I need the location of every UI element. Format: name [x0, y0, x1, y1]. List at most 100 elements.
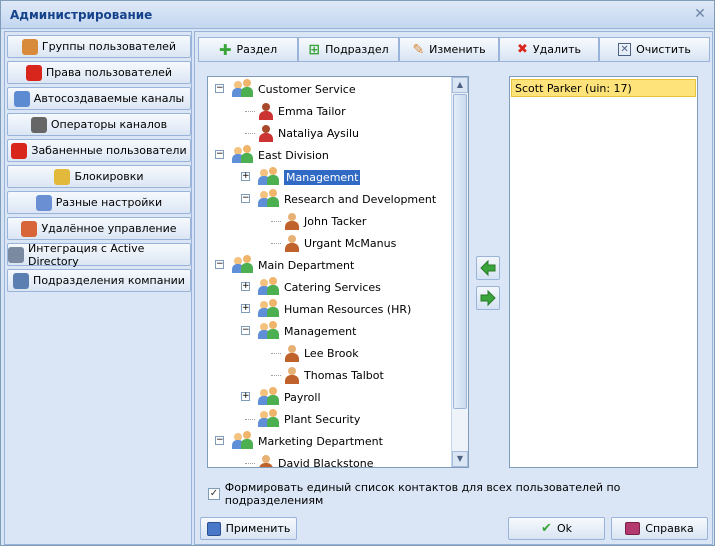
tree-node-label: Payroll — [284, 390, 321, 404]
expand-icon[interactable]: + — [241, 172, 250, 181]
sidebar-item-6[interactable]: Разные настройки — [7, 191, 191, 214]
remote-control-icon — [21, 220, 38, 237]
unified-contacts-checkbox[interactable]: ✓ — [208, 488, 220, 500]
tree-group-node[interactable]: Human Resources (HR) — [258, 298, 411, 320]
tree-user-node[interactable]: John Tacker — [284, 210, 366, 232]
tree-connector — [245, 419, 255, 420]
user-group-icon — [258, 189, 280, 209]
tree-user-node[interactable]: Urgant McManus — [284, 232, 396, 254]
expand-icon[interactable]: + — [241, 392, 250, 401]
tree-node-label: Human Resources (HR) — [284, 302, 412, 316]
tree-connector — [271, 221, 281, 222]
sidebar-item-1[interactable]: Права пользователей — [7, 61, 191, 84]
floppy-disk-icon — [206, 521, 221, 536]
edit-button[interactable]: ✎ Изменить — [399, 37, 499, 62]
tree-group-node[interactable]: Research and Development — [258, 188, 436, 210]
tree-group-node[interactable]: Marketing Department — [232, 430, 383, 452]
tree-scrollbar[interactable]: ▲ ▼ — [451, 77, 468, 467]
scroll-thumb[interactable] — [453, 94, 467, 409]
user-group-icon — [232, 255, 254, 275]
tree-user-node[interactable]: Lee Brook — [284, 342, 359, 364]
clear-button[interactable]: ✕ Очистить — [599, 37, 710, 62]
clear-icon: ✕ — [618, 43, 632, 56]
tree-user-node[interactable]: Emma Tailor — [258, 100, 346, 122]
collapse-icon[interactable]: − — [215, 260, 224, 269]
sidebar-item-5[interactable]: Блокировки — [7, 165, 191, 188]
sidebar-item-4[interactable]: Забаненные пользователи — [7, 139, 191, 162]
tree-group-node[interactable]: Plant Security — [258, 408, 360, 430]
collapse-icon[interactable]: − — [215, 84, 224, 93]
tree-node-label: Management — [284, 169, 361, 185]
tree-group-node[interactable]: Main Department — [232, 254, 354, 276]
close-icon[interactable]: ✕ — [693, 7, 707, 21]
tree-group-node[interactable]: Management — [258, 166, 361, 188]
tree-connector — [271, 243, 281, 244]
tree-group-node[interactable]: East Division — [232, 144, 329, 166]
collapse-icon[interactable]: − — [241, 194, 250, 203]
tree-group-node[interactable]: Catering Services — [258, 276, 381, 298]
tree-node-label: East Division — [258, 148, 329, 162]
forbidden-icon — [25, 64, 42, 81]
sidebar-item-8[interactable]: Интеграция с Active Directory — [7, 241, 191, 268]
ok-button[interactable]: ✔ Ok — [508, 517, 605, 540]
tree-user-node[interactable]: Nataliya Aysilu — [258, 122, 359, 144]
user-group-icon — [232, 79, 254, 99]
move-left-button[interactable] — [476, 256, 500, 280]
tree-node-label: Emma Tailor — [278, 104, 346, 118]
add-subsection-button[interactable]: ⊞ Подраздел — [298, 37, 399, 62]
tree-group-node[interactable]: Payroll — [258, 386, 321, 408]
sidebar-item-9[interactable]: Подразделения компании — [7, 269, 191, 292]
expand-icon[interactable]: + — [241, 304, 250, 313]
edit-label: Изменить — [429, 43, 486, 56]
unified-contacts-option[interactable]: ✓ Формировать единый список контактов дл… — [208, 481, 712, 507]
tree-node-label: Urgant McManus — [304, 236, 397, 250]
assigned-users-list[interactable]: Scott Parker (uin: 17) — [509, 76, 698, 468]
sidebar-item-7[interactable]: Удалённое управление — [7, 217, 191, 240]
collapse-icon[interactable]: − — [215, 150, 224, 159]
sidebar-item-2[interactable]: Автосоздаваемые каналы — [7, 87, 191, 110]
arrow-right-icon — [480, 289, 496, 307]
add-subsection-icon: ⊞ — [308, 41, 321, 58]
sidebar-item-0[interactable]: Группы пользователей — [7, 35, 191, 58]
scroll-up-icon[interactable]: ▲ — [452, 77, 468, 93]
tree-node-label: Customer Service — [258, 82, 356, 96]
sidebar-item-3[interactable]: Операторы каналов — [7, 113, 191, 136]
tree-group-node[interactable]: Customer Service — [232, 78, 356, 100]
sidebar-item-label: Интеграция с Active Directory — [28, 241, 145, 268]
clear-label: Очистить — [636, 43, 691, 56]
user-icon — [258, 102, 274, 120]
tree-node-label: Lee Brook — [304, 346, 359, 360]
add-subsection-label: Подраздел — [325, 43, 389, 56]
add-section-button[interactable]: ✚ Раздел — [198, 37, 298, 62]
sidebar-item-label: Удалённое управление — [41, 222, 177, 235]
move-right-button[interactable] — [476, 286, 500, 310]
sidebar-item-label: Группы пользователей — [41, 40, 177, 53]
tree-group-node[interactable]: Management — [258, 320, 356, 342]
main-panel: ✚ Раздел ⊞ Подраздел ✎ Изменить ✖ Удалит… — [194, 31, 713, 545]
plus-icon: ✚ — [218, 40, 232, 59]
apply-label: Применить — [225, 522, 291, 535]
user-icon — [258, 454, 274, 467]
sidebar-item-label: Подразделения компании — [33, 274, 185, 287]
tree-node-label: John Tacker — [304, 214, 367, 228]
user-icon — [284, 344, 300, 362]
help-button[interactable]: Справка — [611, 517, 708, 540]
collapse-icon[interactable]: − — [215, 436, 224, 445]
divisions-tree[interactable]: ▲ ▼ − Customer Service Emma Tailor Nataliya… — [207, 76, 469, 468]
scroll-down-icon[interactable]: ▼ — [452, 451, 468, 467]
tree-user-node[interactable]: David Blackstone — [258, 452, 374, 467]
expand-icon[interactable]: + — [241, 282, 250, 291]
sidebar-item-label: Автосоздаваемые каналы — [33, 92, 185, 105]
apply-button[interactable]: Применить — [200, 517, 297, 540]
tree-node-label: Marketing Department — [258, 434, 383, 448]
user-group-icon — [258, 387, 280, 407]
delete-button[interactable]: ✖ Удалить — [499, 37, 599, 62]
list-item[interactable]: Scott Parker (uin: 17) — [511, 79, 696, 97]
tree-node-label: Thomas Talbot — [304, 368, 384, 382]
tree-user-node[interactable]: Thomas Talbot — [284, 364, 384, 386]
help-label: Справка — [645, 522, 694, 535]
user-icon — [284, 366, 300, 384]
collapse-icon[interactable]: − — [241, 326, 250, 335]
user-icon — [284, 234, 300, 252]
checkmark-icon: ✔ — [541, 521, 552, 536]
